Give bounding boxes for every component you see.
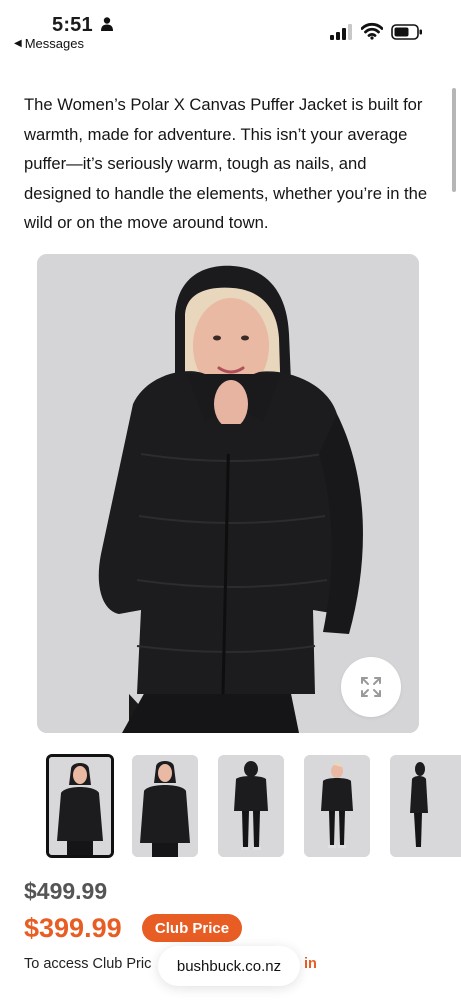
status-bar: 5:51 ◀ Messages bbox=[0, 0, 461, 60]
product-description: The Women’s Polar X Canvas Puffer Jacket… bbox=[24, 95, 428, 232]
browser-url-bar[interactable]: bushbuck.co.nz bbox=[158, 946, 300, 986]
thumbnail-4[interactable] bbox=[304, 755, 370, 857]
person-icon bbox=[101, 17, 113, 31]
battery-icon bbox=[391, 24, 422, 40]
thumbnail-image bbox=[304, 755, 370, 857]
signin-link[interactable]: in bbox=[304, 956, 317, 972]
thumbnail-image bbox=[218, 755, 284, 857]
thumbnail-image bbox=[49, 757, 111, 855]
back-to-messages-link[interactable]: ◀ Messages bbox=[14, 36, 84, 51]
original-price: $499.99 bbox=[24, 878, 108, 904]
expand-icon bbox=[361, 677, 381, 697]
thumbnail-image bbox=[132, 755, 198, 857]
thumbnail-1[interactable] bbox=[46, 754, 114, 858]
status-time: 5:51 bbox=[52, 14, 93, 36]
club-access-info: To access Club Pric bbox=[24, 956, 152, 972]
thumbnail-2[interactable] bbox=[132, 755, 198, 857]
thumbnail-3[interactable] bbox=[218, 755, 284, 857]
thumbnail-image bbox=[390, 755, 461, 857]
url-text: bushbuck.co.nz bbox=[176, 957, 282, 975]
thumbnail-5[interactable] bbox=[390, 755, 461, 857]
expand-image-button[interactable] bbox=[341, 657, 401, 717]
product-page: 5:51 ◀ Messages The Women’s Polar X Canv… bbox=[0, 0, 461, 1000]
back-arrow-icon: ◀ bbox=[14, 38, 22, 49]
sale-price: $399.99 bbox=[24, 913, 122, 943]
cellular-signal-icon bbox=[330, 24, 352, 40]
scrollbar[interactable] bbox=[452, 88, 456, 192]
club-price-badge: Club Price bbox=[142, 914, 242, 942]
wifi-icon bbox=[361, 22, 383, 40]
back-link-label: Messages bbox=[24, 36, 84, 51]
